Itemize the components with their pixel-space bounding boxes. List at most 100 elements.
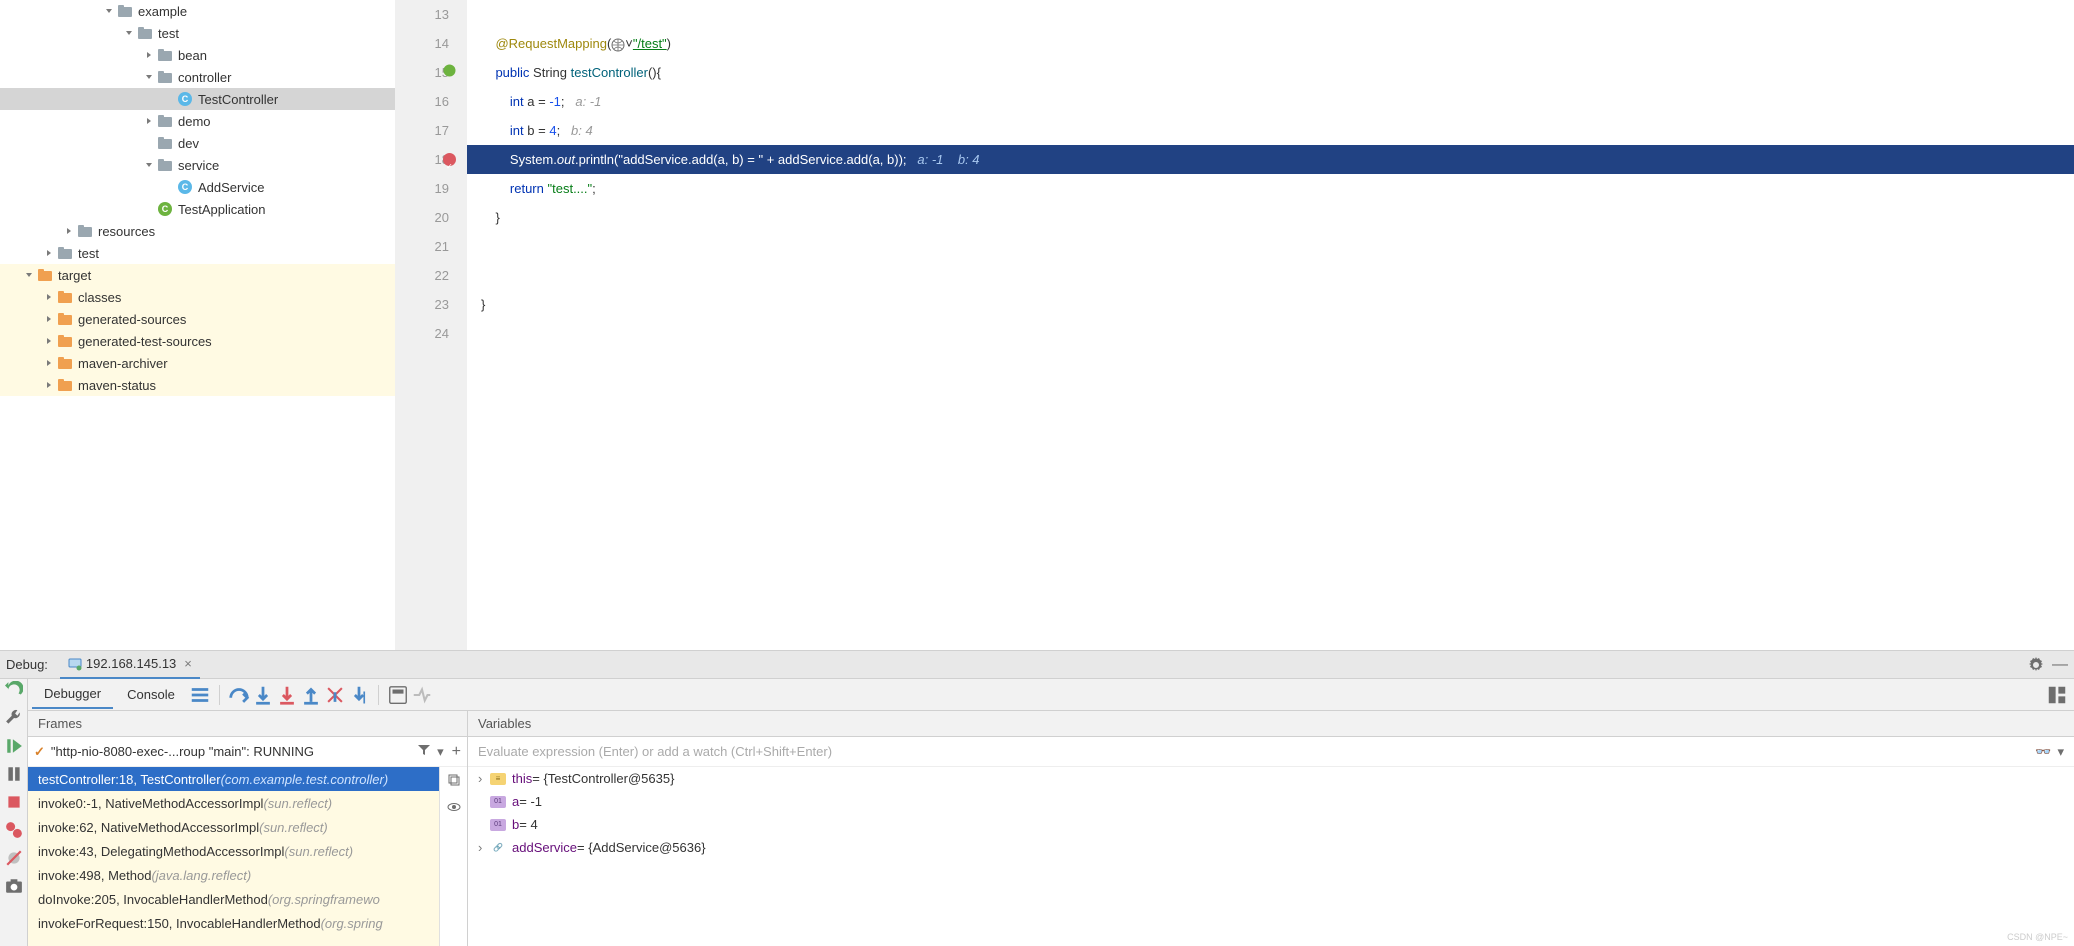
code-line: }	[467, 203, 2074, 232]
folder-icon	[58, 246, 72, 260]
spring-gutter-icon[interactable]	[443, 58, 456, 71]
tree-file-addservice[interactable]: C AddService	[0, 176, 395, 198]
debug-panel: Debug: 192.168.145.13 × — Debugger Conso…	[0, 651, 2074, 946]
folder-icon	[58, 356, 72, 370]
editor-gutter[interactable]: 13 14 15 16 17 18 19 20 21 22 23 24	[395, 0, 467, 650]
breakpoints-icon[interactable]	[5, 821, 23, 839]
trace-icon[interactable]	[411, 684, 433, 706]
tree-folder-test2[interactable]: test	[0, 242, 395, 264]
drop-frame-icon[interactable]	[324, 684, 346, 706]
threads-icon[interactable]	[189, 684, 211, 706]
rerun-icon[interactable]	[5, 681, 23, 699]
tree-folder-mavenstatus[interactable]: maven-status	[0, 374, 395, 396]
folder-icon	[158, 136, 172, 150]
tree-folder-target[interactable]: target	[0, 264, 395, 286]
tree-folder-example[interactable]: example	[0, 0, 395, 22]
copy-icon[interactable]	[447, 773, 461, 790]
mute-breakpoints-icon[interactable]	[5, 849, 23, 867]
tree-folder-gensources[interactable]: generated-sources	[0, 308, 395, 330]
code-line	[467, 0, 2074, 29]
chevron-down-icon[interactable]: ▾	[2057, 744, 2064, 760]
wrench-icon[interactable]	[5, 709, 23, 727]
tree-file-testapplication[interactable]: C TestApplication	[0, 198, 395, 220]
code-line: }	[467, 290, 2074, 319]
folder-icon	[38, 268, 52, 282]
camera-icon[interactable]	[5, 877, 23, 895]
evaluate-input[interactable]: Evaluate expression (Enter) or add a wat…	[468, 737, 2074, 767]
add-icon[interactable]: +	[452, 743, 461, 761]
stack-frame[interactable]: doInvoke:205, InvocableHandlerMethod (or…	[28, 887, 439, 911]
variable-row[interactable]: 01 a = -1	[468, 790, 2074, 813]
glasses-icon[interactable]: 👓	[2035, 744, 2051, 760]
chevron-right-icon	[44, 380, 54, 390]
code-line: @RequestMapping(˅"/test")	[467, 29, 2074, 58]
step-into-icon[interactable]	[252, 684, 274, 706]
class-icon: C	[178, 92, 192, 106]
step-over-icon[interactable]	[228, 684, 250, 706]
chevron-right-icon[interactable]: ›	[478, 840, 490, 855]
stack-frame[interactable]: invoke:43, DelegatingMethodAccessorImpl …	[28, 839, 439, 863]
eye-icon[interactable]	[447, 800, 461, 817]
filter-icon[interactable]	[417, 743, 431, 760]
thread-selector[interactable]: ✓ "http-nio-8080-exec-...roup "main": RU…	[28, 737, 467, 767]
resume-icon[interactable]	[5, 737, 23, 755]
variables-list[interactable]: › ≡ this = {TestController@5635} 01 a = …	[468, 767, 2074, 946]
tree-folder-mavenarchiver[interactable]: maven-archiver	[0, 352, 395, 374]
pause-icon[interactable]	[5, 765, 23, 783]
close-tab-icon[interactable]: ×	[184, 656, 192, 671]
tree-folder-service[interactable]: service	[0, 154, 395, 176]
project-tree[interactable]: example test bean controller C TestContr…	[0, 0, 395, 650]
tree-folder-classes[interactable]: classes	[0, 286, 395, 308]
stack-frame[interactable]: invoke:498, Method (java.lang.reflect)	[28, 863, 439, 887]
code-line: public String testController(){	[467, 58, 2074, 87]
run-config-tab[interactable]: 192.168.145.13 ×	[60, 651, 200, 679]
folder-icon	[118, 4, 132, 18]
line-number: 23	[395, 290, 449, 319]
stack-frame[interactable]: invoke0:-1, NativeMethodAccessorImpl (su…	[28, 791, 439, 815]
frames-side-actions	[439, 767, 467, 946]
stop-icon[interactable]	[5, 793, 23, 811]
tree-folder-demo[interactable]: demo	[0, 110, 395, 132]
force-step-into-icon[interactable]	[276, 684, 298, 706]
chevron-right-icon[interactable]: ›	[478, 771, 490, 786]
stack-frame[interactable]: invoke:62, NativeMethodAccessorImpl (sun…	[28, 815, 439, 839]
tree-folder-bean[interactable]: bean	[0, 44, 395, 66]
tree-folder-resources[interactable]: resources	[0, 220, 395, 242]
code-area[interactable]: @RequestMapping(˅"/test") public String …	[467, 0, 2074, 650]
stack-frame[interactable]: invokeForRequest:150, InvocableHandlerMe…	[28, 911, 439, 935]
tree-folder-dev[interactable]: dev	[0, 132, 395, 154]
object-icon: ≡	[490, 773, 506, 785]
chevron-down-icon[interactable]: ▾	[437, 744, 444, 760]
tree-label: dev	[178, 136, 199, 151]
tab-console[interactable]: Console	[115, 681, 187, 708]
variable-row[interactable]: 01 b = 4	[468, 813, 2074, 836]
chevron-down-icon	[104, 6, 114, 16]
tree-folder-test[interactable]: test	[0, 22, 395, 44]
code-line	[467, 261, 2074, 290]
frames-list[interactable]: testController:18, TestController (com.e…	[28, 767, 439, 946]
stack-frame[interactable]: testController:18, TestController (com.e…	[28, 767, 439, 791]
gear-icon[interactable]	[2028, 657, 2044, 673]
tree-folder-controller[interactable]: controller	[0, 66, 395, 88]
chevron-right-icon	[44, 336, 54, 346]
link-icon: 🔗	[490, 842, 506, 854]
step-out-icon[interactable]	[300, 684, 322, 706]
debug-sidebar	[0, 679, 28, 946]
variable-row[interactable]: › 🔗 addService = {AddService@5636}	[468, 836, 2074, 859]
tab-debugger[interactable]: Debugger	[32, 680, 113, 709]
breakpoint-icon[interactable]	[443, 153, 456, 166]
evaluate-icon[interactable]	[387, 684, 409, 706]
run-to-cursor-icon[interactable]: I	[348, 684, 370, 706]
tree-file-testcontroller[interactable]: C TestController	[0, 88, 395, 110]
minimize-icon[interactable]: —	[2052, 656, 2068, 674]
variable-row[interactable]: › ≡ this = {TestController@5635}	[468, 767, 2074, 790]
line-number: 21	[395, 232, 449, 261]
tree-folder-gentestsources[interactable]: generated-test-sources	[0, 330, 395, 352]
chevron-right-icon	[44, 248, 54, 258]
line-number: 18	[395, 145, 449, 174]
variables-panel: Variables Evaluate expression (Enter) or…	[468, 711, 2074, 946]
code-line: int a = -1; a: -1	[467, 87, 2074, 116]
code-editor[interactable]: 13 14 15 16 17 18 19 20 21 22 23 24 @Req…	[395, 0, 2074, 650]
remote-config-icon	[68, 657, 82, 671]
layout-icon[interactable]	[2046, 684, 2068, 706]
